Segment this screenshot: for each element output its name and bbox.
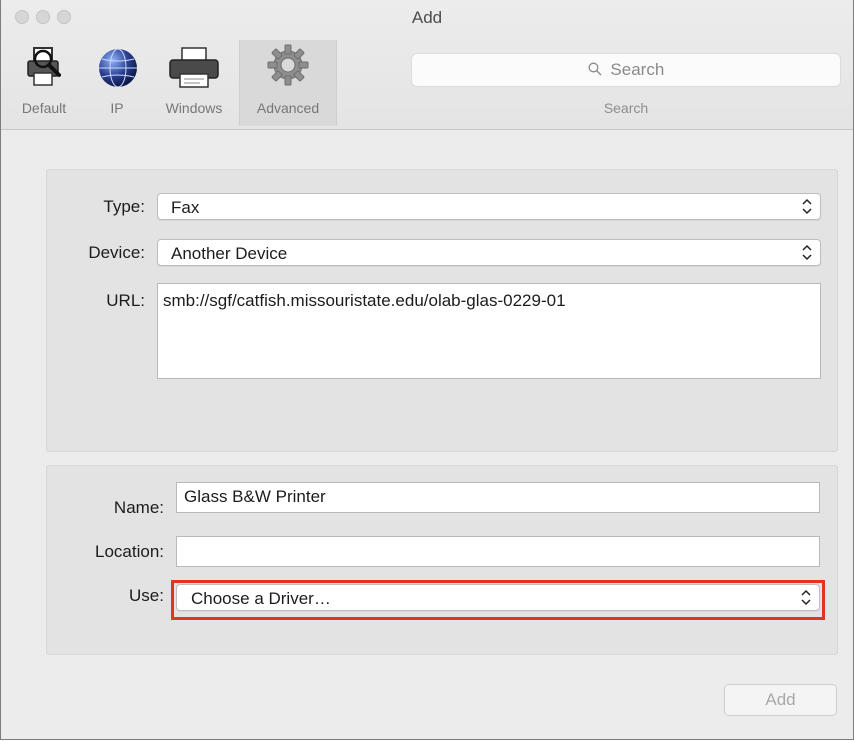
printer-icon [168,46,220,95]
name-value: Glass B&W Printer [184,487,326,506]
device-popup[interactable]: Another Device [157,239,821,266]
toolbar-default-label: Default [21,100,67,116]
toolbar-windows-label: Windows [165,100,223,116]
add-printer-window: Add Default IP Windows Advanced Search S… [0,0,854,740]
type-popup[interactable]: Fax [157,193,821,220]
search-placeholder: Search [610,60,665,79]
url-field[interactable]: smb://sgf/catfish.missouristate.edu/olab… [157,283,821,379]
device-value: Another Device [171,244,288,263]
location-label: Location: [95,542,164,561]
add-button[interactable]: Add [724,684,837,716]
toolbar: Add Default IP Windows Advanced Search S… [1,0,853,130]
toolbar-advanced-label: Advanced [256,100,320,116]
chevron-updown-icon [801,243,813,262]
toolbar-windows-button[interactable]: Windows [153,40,235,126]
default-printer-icon [25,46,65,95]
type-label: Type: [103,197,145,216]
toolbar-ip-button[interactable]: IP [87,40,147,126]
name-label: Name: [113,498,164,517]
search-caption: Search [603,100,649,116]
toolbar-ip-label: IP [110,100,124,116]
window-title: Add [411,8,443,27]
search-placeholder-wrap: Search [412,60,840,80]
url-label: URL: [106,291,145,310]
location-field[interactable] [176,536,820,567]
annotation-highlight-box [171,580,825,620]
chevron-updown-icon [801,197,813,216]
search-icon [588,60,611,79]
name-field[interactable]: Glass B&W Printer [176,482,820,513]
printer-info-group: Name: Glass B&W Printer Location: Use: C… [46,465,838,655]
device-label: Device: [88,243,145,262]
gear-icon [265,42,311,93]
type-value: Fax [171,198,200,217]
use-label: Use: [129,586,164,605]
url-value: smb://sgf/catfish.missouristate.edu/olab… [163,291,566,310]
globe-icon [96,46,140,95]
search-field[interactable]: Search [411,53,841,87]
toolbar-default-button[interactable]: Default [1,40,87,126]
toolbar-advanced-button[interactable]: Advanced [239,40,337,126]
connection-group: Type: Fax Device: Another Device URL: sm… [46,169,838,452]
